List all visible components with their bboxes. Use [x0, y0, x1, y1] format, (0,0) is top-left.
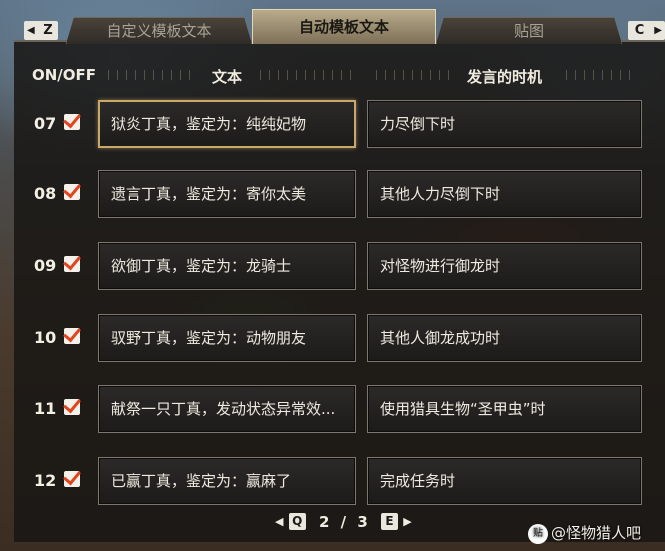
current-page: 2 [318, 513, 330, 531]
watermark: 贴 @怪物猎人吧 [528, 522, 641, 544]
header-decoration [562, 70, 638, 80]
tab-bar: ◀ Z 自定义模板文本 自动模板文本 贴图 C ▶ [0, 0, 665, 44]
message-row: 12 已赢丁真，鉴定为：赢麻了 完成任务时 [0, 457, 665, 505]
trigger-timing-field[interactable]: 力尽倒下时 [367, 100, 642, 148]
row-number: 07 [34, 114, 57, 133]
chevron-left-icon[interactable]: ◀ [275, 513, 283, 531]
row-number: 10 [34, 328, 57, 347]
prev-tab-key[interactable]: ◀ Z [24, 21, 58, 40]
message-text-field[interactable]: 已赢丁真，鉴定为：赢麻了 [98, 457, 356, 505]
page-navigator: ◀ Q 2 / 3 E ▶ [275, 513, 412, 531]
message-row: 09 欲御丁真，鉴定为：龙骑士 对怪物进行御龙时 [0, 242, 665, 290]
message-text-field[interactable]: 献祭一只丁真，发动状态异常效... [98, 385, 356, 433]
trigger-timing-field[interactable]: 其他人力尽倒下时 [367, 170, 642, 218]
column-header-timing: 发言的时机 [467, 68, 543, 86]
message-text-field[interactable]: 欲御丁真，鉴定为：龙骑士 [98, 242, 356, 290]
row-number: 08 [34, 184, 57, 203]
header-decoration [372, 70, 452, 80]
message-row: 11 献祭一只丁真，发动状态异常效... 使用猎具生物“圣甲虫”时 [0, 385, 665, 433]
message-row: 07 狱炎丁真，鉴定为：纯纯妃物 力尽倒下时 [0, 100, 665, 148]
column-header-onoff: ON/OFF [32, 66, 97, 84]
message-text-field[interactable]: 遗言丁真，鉴定为：寄你太美 [98, 170, 356, 218]
page-separator: / [340, 513, 347, 531]
header-decoration [256, 70, 352, 80]
enable-checkbox[interactable] [64, 114, 80, 130]
enable-checkbox[interactable] [64, 399, 80, 415]
row-number: 12 [34, 471, 57, 490]
trigger-timing-field[interactable]: 完成任务时 [367, 457, 642, 505]
next-tab-key[interactable]: C ▶ [628, 21, 665, 40]
watermark-text: @怪物猎人吧 [551, 524, 642, 542]
message-row: 10 驭野丁真，鉴定为：动物朋友 其他人御龙成功时 [0, 314, 665, 362]
trigger-timing-field[interactable]: 对怪物进行御龙时 [367, 242, 642, 290]
total-pages: 3 [357, 513, 368, 531]
chevron-right-icon: ▶ [654, 25, 662, 36]
column-header-text: 文本 [212, 68, 243, 86]
enable-checkbox[interactable] [64, 184, 80, 200]
chevron-left-icon: ◀ [27, 25, 35, 36]
enable-checkbox[interactable] [64, 328, 80, 344]
tieba-logo-icon: 贴 [528, 523, 548, 544]
row-number: 09 [34, 256, 57, 275]
message-text-field[interactable]: 驭野丁真，鉴定为：动物朋友 [98, 314, 356, 362]
chevron-right-icon[interactable]: ▶ [403, 513, 411, 531]
tab-auto-template-text[interactable]: 自动模板文本 [252, 9, 436, 44]
tab-stickers[interactable]: 贴图 [436, 17, 622, 44]
tab-custom-template-text[interactable]: 自定义模板文本 [66, 17, 252, 44]
row-number: 11 [34, 399, 57, 418]
enable-checkbox[interactable] [64, 256, 80, 272]
message-text-field[interactable]: 狱炎丁真，鉴定为：纯纯妃物 [98, 100, 356, 148]
header-decoration [104, 70, 190, 80]
message-row: 08 遗言丁真，鉴定为：寄你太美 其他人力尽倒下时 [0, 170, 665, 218]
prev-page-key[interactable]: Q [288, 513, 306, 530]
trigger-timing-field[interactable]: 其他人御龙成功时 [367, 314, 642, 362]
next-page-key[interactable]: E [381, 513, 398, 530]
trigger-timing-field[interactable]: 使用猎具生物“圣甲虫”时 [367, 385, 642, 433]
enable-checkbox[interactable] [64, 471, 80, 487]
